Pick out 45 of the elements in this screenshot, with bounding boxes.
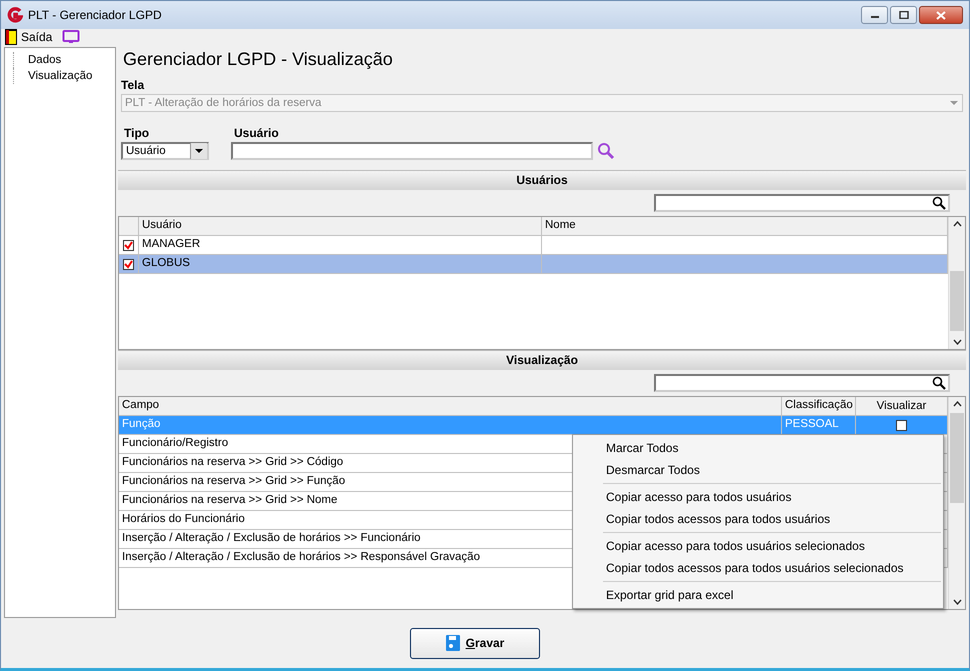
column-header[interactable]: Classificação <box>782 397 856 415</box>
close-button[interactable] <box>919 6 963 24</box>
search-field[interactable] <box>654 194 950 212</box>
section-header: Usuários <box>118 170 966 190</box>
scroll-up-icon[interactable] <box>952 221 962 227</box>
table-row[interactable]: GLOBUS <box>119 255 948 274</box>
field-label: Tela <box>120 78 146 94</box>
dropdown-arrow-icon <box>195 148 203 154</box>
table-cell: MANAGER <box>139 236 542 254</box>
tree-item[interactable]: Dados <box>13 52 62 68</box>
exit-button[interactable]: Saída <box>5 29 52 45</box>
scrollbar[interactable] <box>948 217 965 349</box>
checkbox[interactable] <box>896 420 907 430</box>
scroll-down-icon[interactable] <box>952 339 962 345</box>
menu-item[interactable]: Exportar grid para excel <box>573 584 943 606</box>
checkbox[interactable] <box>123 240 134 250</box>
table-cell: PESSOAL <box>785 418 839 430</box>
scroll-down-icon[interactable] <box>952 599 962 605</box>
search-icon <box>932 196 946 210</box>
maximize-icon <box>898 11 908 19</box>
window-title: PLT - Gerenciador LGPD <box>28 8 162 22</box>
search-icon <box>932 376 946 390</box>
field-label: Tipo <box>123 126 150 142</box>
dropdown-arrow-icon <box>950 100 958 106</box>
close-icon <box>936 10 946 20</box>
field-label: Usuário <box>233 126 280 142</box>
search-icon[interactable] <box>597 142 615 160</box>
search-field[interactable] <box>654 374 950 392</box>
section-header: Visualização <box>118 350 966 370</box>
app-logo-icon <box>7 7 23 23</box>
table-cell: GLOBUS <box>139 255 542 273</box>
maximize-button[interactable] <box>890 6 917 24</box>
minimize-button[interactable] <box>861 6 888 24</box>
scrollbar[interactable] <box>948 397 965 609</box>
monitor-icon[interactable] <box>62 30 80 44</box>
tree-item[interactable]: Visualização <box>13 68 92 84</box>
scroll-up-icon[interactable] <box>952 401 962 407</box>
type-dropdown[interactable]: Usuário <box>121 142 209 160</box>
column-header[interactable]: Campo <box>119 397 782 415</box>
column-header[interactable]: Usuário <box>139 217 542 235</box>
user-input[interactable] <box>231 142 593 160</box>
checkbox[interactable] <box>123 258 134 270</box>
save-button[interactable]: Gravar <box>410 628 540 658</box>
page-title: Gerenciador LGPD - Visualização <box>122 48 394 71</box>
door-icon <box>5 29 17 45</box>
